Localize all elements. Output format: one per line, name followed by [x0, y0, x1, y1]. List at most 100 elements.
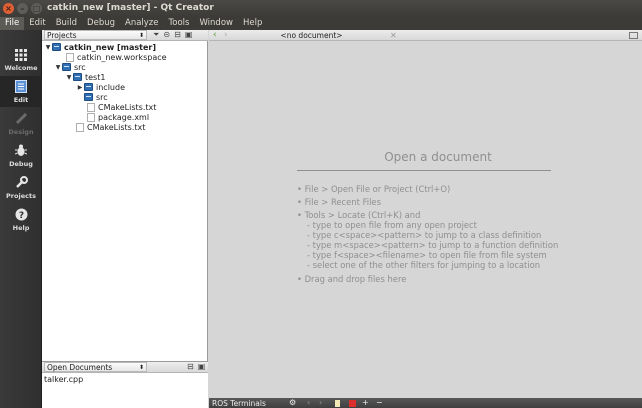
settings-icon[interactable]: ⚙ — [289, 398, 296, 408]
tree-item[interactable]: package.xml — [87, 112, 149, 122]
back-arrow-icon[interactable]: ‹ — [213, 30, 217, 41]
file-icon — [87, 102, 95, 112]
tree-item-label: src — [74, 62, 86, 72]
wrench-icon — [15, 175, 28, 190]
menu-build[interactable]: Build — [51, 17, 82, 30]
folder-icon — [62, 63, 71, 71]
mode-edit[interactable]: Edit — [0, 76, 42, 107]
mode-welcome[interactable]: Welcome — [0, 44, 42, 75]
stop-icon[interactable] — [349, 400, 356, 407]
menu-analyze[interactable]: Analyze — [120, 17, 164, 30]
expand-arrow-icon[interactable]: ▶ — [76, 84, 84, 91]
open-document-hint: Open a document • File > Open File or Pr… — [297, 150, 558, 284]
question-icon: ? — [15, 207, 28, 222]
document-selector[interactable]: <no document> — [234, 30, 389, 41]
folder-icon — [73, 73, 82, 81]
tree-item[interactable]: CMakeLists.txt — [76, 122, 145, 132]
minimize-icon[interactable]: − — [376, 398, 383, 408]
tree-item[interactable]: src — [84, 92, 108, 102]
open-documents-title: Open Documents — [47, 362, 113, 372]
mode-label: Edit — [13, 96, 29, 104]
menu-help[interactable]: Help — [238, 17, 267, 30]
menubar: File Edit Build Debug Analyze Tools Wind… — [0, 17, 642, 30]
tree-item[interactable]: ▼ src — [54, 62, 86, 72]
close-window-button[interactable]: × — [3, 3, 14, 14]
expand-arrow-icon[interactable]: ▼ — [65, 74, 73, 81]
editor-area: ‹ › <no document> ✕ Open a document • Fi… — [209, 30, 642, 408]
tree-item[interactable]: CMakeLists.txt — [87, 102, 156, 112]
tree-item[interactable]: catkin_new.workspace — [66, 52, 167, 62]
window-title: catkin_new [master] - Qt Creator — [47, 3, 214, 13]
hint-item: • File > Open File or Project (Ctrl+O) — [297, 184, 451, 194]
expand-arrow-icon[interactable]: ▼ — [54, 64, 62, 71]
hint-item: • File > Recent Files — [297, 197, 381, 207]
hint-subitem: - type c<space><pattern> to jump to a cl… — [307, 230, 542, 240]
view-selector-label: Projects — [47, 30, 77, 40]
hint-subitem: - type f<space><filename> to open file f… — [307, 250, 547, 260]
hint-subitem: - select one of the other filters for ju… — [307, 260, 541, 270]
file-icon — [87, 112, 95, 122]
projects-pane: Projects ⬍ ⏷ ⊝ ⊟ ▣ ▼ catkin_new [master]… — [42, 30, 208, 408]
project-folder-icon — [52, 43, 61, 51]
tree-item-label: include — [96, 82, 125, 92]
clear-icon[interactable] — [335, 400, 340, 407]
link-icon[interactable]: ⊝ — [163, 31, 170, 39]
mode-label: Welcome — [4, 64, 38, 72]
menu-file[interactable]: File — [0, 17, 25, 30]
close-pane-icon[interactable]: ▣ — [185, 31, 193, 39]
maximize-window-button[interactable]: □ — [31, 3, 42, 14]
mode-design[interactable]: Design — [0, 108, 42, 139]
tree-item-label: CMakeLists.txt — [87, 122, 146, 132]
mode-label: Debug — [9, 160, 33, 168]
menu-debug[interactable]: Debug — [82, 17, 120, 30]
split-editor-icon[interactable] — [629, 32, 638, 39]
placeholder-divider — [297, 170, 551, 171]
mode-label: Design — [8, 128, 34, 136]
tree-item[interactable]: ▶ include — [76, 82, 125, 92]
mode-projects[interactable]: Projects — [0, 172, 42, 203]
close-pane-icon[interactable]: ▣ — [198, 363, 206, 371]
split-icon[interactable]: ⊟ — [174, 31, 181, 39]
file-icon — [66, 52, 74, 62]
menu-edit[interactable]: Edit — [24, 17, 50, 30]
tree-item-label: test1 — [85, 72, 106, 82]
tree-item[interactable]: ▼ catkin_new [master] — [44, 42, 156, 52]
back-arrow-icon[interactable]: ‹ — [307, 398, 310, 408]
pencil-icon — [15, 111, 28, 126]
mode-help[interactable]: ? Help — [0, 204, 42, 235]
editor-toolbar: ‹ › <no document> ✕ — [209, 30, 642, 41]
mode-selector: Welcome Edit Design Debug Projects ? Hel… — [0, 30, 42, 408]
forward-arrow-icon[interactable]: › — [319, 398, 322, 408]
output-pane-title[interactable]: ROS Terminals — [212, 399, 266, 408]
tree-item-label: package.xml — [98, 112, 150, 122]
mode-debug[interactable]: Debug — [0, 140, 42, 171]
open-documents-selector[interactable]: Open Documents ⬍ — [44, 362, 147, 372]
filter-icon[interactable]: ⏷ — [153, 31, 159, 39]
hint-subitem: - type m<space><pattern> to jump to a fu… — [307, 240, 559, 250]
close-document-icon[interactable]: ✕ — [390, 30, 397, 41]
tree-item-label: catkin_new.workspace — [77, 52, 167, 62]
hint-subitem: - type to open file from any open projec… — [307, 220, 477, 230]
tree-item[interactable]: ▼ test1 — [65, 72, 106, 82]
split-icon[interactable]: ⊟ — [187, 363, 194, 371]
menu-tools[interactable]: Tools — [164, 17, 195, 30]
add-icon[interactable]: + — [362, 398, 369, 408]
bug-icon — [15, 143, 27, 158]
projects-pane-header: Projects ⬍ ⏷ ⊝ ⊟ ▣ — [42, 30, 208, 41]
hint-item: • Drag and drop files here — [297, 274, 407, 284]
tree-item-label: CMakeLists.txt — [98, 102, 157, 112]
minimize-window-button[interactable]: – — [17, 3, 28, 14]
chevron-updown-icon: ⬍ — [138, 363, 144, 371]
forward-arrow-icon[interactable]: › — [224, 30, 228, 41]
window-titlebar: × – □ catkin_new [master] - Qt Creator — [0, 0, 642, 17]
view-selector[interactable]: Projects ⬍ — [44, 30, 147, 40]
open-documents-pane: Open Documents ⬍ ⊟ ▣ talker.cpp — [42, 361, 208, 408]
chevron-updown-icon: ⬍ — [138, 31, 144, 39]
file-icon — [76, 122, 84, 132]
menu-window[interactable]: Window — [194, 17, 238, 30]
folder-icon — [84, 83, 93, 91]
folder-icon — [84, 93, 93, 101]
grid-icon — [15, 47, 27, 62]
expand-arrow-icon[interactable]: ▼ — [44, 44, 52, 51]
open-document-item[interactable]: talker.cpp — [44, 375, 83, 384]
